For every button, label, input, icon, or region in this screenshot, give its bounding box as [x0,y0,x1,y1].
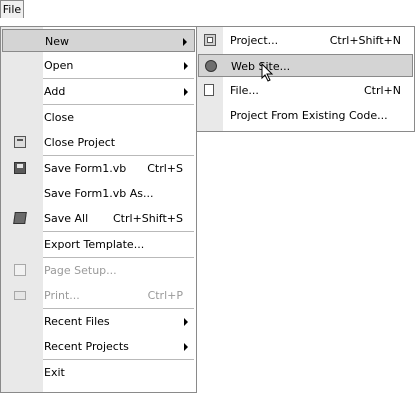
menu-separator [43,308,194,309]
menu-item-label: Recent Projects [44,340,129,353]
mouse-pointer-icon [261,63,274,82]
menu-bar: File [0,0,415,18]
menu-item-label: Page Setup... [44,264,117,277]
menu-item-label: Save All [44,212,89,225]
menu-item-export-template[interactable]: Export Template... [2,233,195,256]
menu-item-add[interactable]: Add [2,80,195,103]
submenu-arrow-icon [184,62,188,70]
menu-item-shortcut: Ctrl+S [147,162,183,175]
close-project-icon [14,136,26,148]
menu-item-label: Open [44,59,74,72]
submenu-arrow-icon [184,318,188,326]
save-icon [14,162,26,174]
new-submenu: Project... Ctrl+Shift+N Web Site... File… [196,26,415,132]
file-icon [204,84,214,96]
menu-item-label: Save Form1.vb As... [44,187,154,200]
menu-item-close[interactable]: Close [2,106,195,129]
page-setup-icon [14,264,26,276]
menu-item-save-all[interactable]: Save All Ctrl+Shift+S [2,207,195,230]
submenu-item-project[interactable]: Project... Ctrl+Shift+N [198,29,413,52]
menu-separator [43,104,194,105]
menu-item-save-form[interactable]: Save Form1.vb Ctrl+S [2,157,195,180]
submenu-arrow-icon [183,38,187,46]
menu-item-shortcut: Ctrl+Shift+N [329,34,401,47]
print-icon [14,291,26,300]
menu-item-shortcut: Ctrl+N [363,84,401,97]
menu-separator [43,257,194,258]
file-menu-button[interactable]: File [0,0,24,18]
menu-item-label: Project... [230,34,279,47]
menu-item-label: File... [230,84,259,97]
menu-item-open[interactable]: Open [2,54,195,77]
web-site-icon [205,60,217,72]
menu-item-close-project[interactable]: Close Project [2,131,195,154]
project-icon [204,34,216,46]
menu-item-exit[interactable]: Exit [2,361,195,384]
menu-separator [43,359,194,360]
submenu-arrow-icon [184,343,188,351]
submenu-item-file[interactable]: File... Ctrl+N [198,79,413,102]
menu-item-new[interactable]: New [2,29,195,52]
submenu-item-project-from-existing-code[interactable]: Project From Existing Code... [198,104,413,127]
menu-item-label: Export Template... [44,238,145,251]
menu-item-label: Add [44,85,66,98]
menu-item-label: Print... [44,289,80,302]
menu-separator [43,155,194,156]
menu-item-page-setup[interactable]: Page Setup... [2,259,195,282]
menu-separator [43,78,194,79]
submenu-arrow-icon [184,88,188,96]
file-menu: New Open Add Close Close Project Save Fo… [0,26,197,393]
menu-separator [43,231,194,232]
menu-item-shortcut: Ctrl+P [147,289,183,302]
menu-item-label: Project From Existing Code... [230,109,388,122]
menu-item-print[interactable]: Print... Ctrl+P [2,284,195,307]
menu-item-label: Recent Files [44,315,110,328]
menu-item-label: Save Form1.vb [44,162,127,175]
menu-item-shortcut: Ctrl+Shift+S [113,212,183,225]
menu-item-recent-files[interactable]: Recent Files [2,310,195,333]
menu-item-recent-projects[interactable]: Recent Projects [2,335,195,358]
menu-item-save-form-as[interactable]: Save Form1.vb As... [2,182,195,205]
menu-item-label: Close [44,111,74,124]
menu-item-label: Close Project [44,136,116,149]
submenu-item-web-site[interactable]: Web Site... [198,54,413,77]
menu-item-label: New [45,35,69,48]
menu-item-label: Exit [44,366,65,379]
save-all-icon [13,212,27,224]
